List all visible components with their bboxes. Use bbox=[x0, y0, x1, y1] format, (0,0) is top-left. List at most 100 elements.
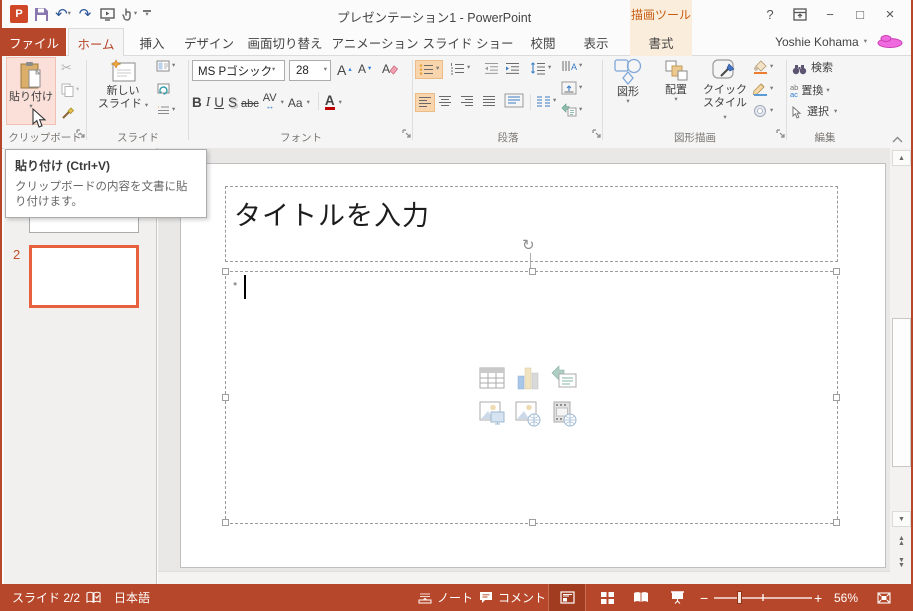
drawing-dialog-launcher-icon[interactable] bbox=[776, 125, 785, 143]
user-account[interactable]: Yoshie Kohama ▾ bbox=[775, 28, 867, 56]
slide-canvas[interactable]: タイトルを入力 ↻ • bbox=[180, 163, 886, 568]
clipboard-dialog-launcher-icon[interactable] bbox=[76, 125, 85, 143]
arrange-button[interactable]: 配置 ▾ bbox=[654, 58, 698, 128]
insert-video-icon[interactable] bbox=[550, 400, 578, 428]
spell-check-icon[interactable] bbox=[86, 584, 101, 611]
maximize-button[interactable]: □ bbox=[847, 4, 873, 24]
insert-smartart-icon[interactable] bbox=[550, 364, 578, 392]
line-spacing-button[interactable]: ▾ bbox=[530, 61, 551, 75]
slide-indicator[interactable]: スライド 2/2 bbox=[12, 584, 80, 611]
normal-view-button[interactable] bbox=[548, 584, 586, 611]
zoom-slider-thumb[interactable] bbox=[737, 591, 742, 604]
increase-indent-button[interactable] bbox=[505, 62, 520, 75]
save-icon[interactable] bbox=[30, 4, 52, 24]
horizontal-scrollbar[interactable] bbox=[158, 571, 890, 584]
shape-outline-button[interactable]: ▾ bbox=[752, 82, 773, 96]
align-left-button[interactable] bbox=[415, 93, 435, 112]
comments-button[interactable]: コメント bbox=[479, 584, 546, 611]
font-size-combo[interactable]: 28 ▾ bbox=[289, 60, 331, 81]
justify-button[interactable] bbox=[482, 95, 496, 108]
slide-2-thumbnail[interactable] bbox=[29, 245, 139, 308]
rotate-handle-icon[interactable]: ↻ bbox=[522, 236, 535, 254]
quick-styles-button[interactable]: クイック スタイル ▾ bbox=[702, 58, 748, 128]
tab-insert[interactable]: 挿入 bbox=[126, 28, 178, 56]
powerpoint-logo-icon[interactable]: P bbox=[8, 4, 30, 24]
minimize-button[interactable]: − bbox=[817, 4, 843, 24]
ribbon-display-options-button[interactable] bbox=[787, 4, 813, 24]
insert-table-icon[interactable] bbox=[478, 364, 506, 392]
numbering-button[interactable]: ▾ bbox=[450, 62, 470, 75]
zoom-level[interactable]: 56% bbox=[834, 584, 858, 611]
resize-handle-bottom-center[interactable] bbox=[529, 519, 536, 526]
tab-file[interactable]: ファイル bbox=[2, 28, 66, 56]
content-placeholder[interactable]: • bbox=[222, 268, 840, 526]
next-slide-button[interactable]: ▼ ▼ bbox=[898, 557, 905, 569]
scroll-down-button[interactable]: ▼ bbox=[892, 511, 911, 527]
convert-to-smartart-button[interactable]: ▾ bbox=[561, 103, 582, 117]
tab-view[interactable]: 表示 bbox=[570, 28, 622, 56]
replace-button[interactable]: ab ac 置換 ▾ bbox=[790, 84, 830, 99]
font-size-caret-icon[interactable]: ▾ bbox=[324, 67, 327, 74]
insert-picture-icon[interactable] bbox=[478, 400, 506, 428]
vertical-scrollbar[interactable]: ▲ ▼ ▲ ▲ ▼ ▼ bbox=[890, 148, 911, 584]
resize-handle-mid-right[interactable] bbox=[833, 394, 840, 401]
distribute-text-button[interactable] bbox=[504, 93, 524, 108]
resize-handle-bottom-right[interactable] bbox=[833, 519, 840, 526]
align-right-button[interactable] bbox=[460, 95, 474, 108]
notes-button[interactable]: ノート bbox=[418, 584, 473, 611]
bullets-button[interactable]: ▾ bbox=[415, 60, 444, 79]
insert-chart-icon[interactable] bbox=[514, 364, 542, 392]
tab-review[interactable]: 校閲 bbox=[516, 28, 570, 56]
redo-icon[interactable]: ↷ bbox=[74, 4, 96, 24]
paragraph-dialog-launcher-icon[interactable] bbox=[592, 125, 601, 143]
font-name-combo[interactable]: MS Pゴシック 本文 ▾ bbox=[192, 60, 285, 81]
columns-button[interactable]: ▾ bbox=[536, 95, 556, 108]
touch-mode-icon[interactable]: ▾ bbox=[118, 4, 140, 24]
paste-button[interactable]: 貼り付け ▾ bbox=[6, 57, 56, 125]
reading-view-button[interactable] bbox=[626, 584, 656, 611]
tab-animations[interactable]: アニメーション bbox=[330, 28, 420, 56]
underline-button[interactable]: U bbox=[214, 95, 224, 110]
font-dialog-launcher-icon[interactable] bbox=[402, 125, 411, 143]
resize-handle-top-right[interactable] bbox=[833, 268, 840, 275]
collapse-ribbon-icon[interactable] bbox=[892, 130, 903, 148]
font-name-caret-icon[interactable]: ▾ bbox=[272, 67, 275, 74]
zoom-out-button[interactable]: − bbox=[700, 584, 708, 611]
shape-fill-button[interactable]: ▾ bbox=[752, 60, 773, 74]
tab-format[interactable]: 書式 bbox=[630, 28, 692, 56]
shrink-font-button[interactable]: A ▾ bbox=[358, 62, 371, 76]
insert-online-picture-icon[interactable] bbox=[514, 400, 542, 428]
grow-font-button[interactable]: A ▴ bbox=[337, 62, 352, 78]
copy-button[interactable]: ▾ bbox=[61, 83, 79, 97]
text-shadow-button[interactable]: S bbox=[228, 95, 237, 110]
resize-handle-top-left[interactable] bbox=[222, 268, 229, 275]
change-case-button[interactable]: Aa bbox=[288, 96, 303, 110]
font-color-button[interactable]: A bbox=[324, 94, 335, 110]
layout-button[interactable]: ▾ bbox=[156, 60, 175, 72]
language-indicator[interactable]: 日本語 bbox=[114, 584, 150, 611]
fit-slide-to-window-button[interactable] bbox=[876, 584, 892, 611]
previous-slide-button[interactable]: ▲ ▲ bbox=[898, 535, 905, 547]
tab-home[interactable]: ホーム bbox=[68, 28, 124, 57]
start-slideshow-icon[interactable] bbox=[96, 4, 118, 24]
shapes-button[interactable]: 図形 ▾ bbox=[606, 58, 650, 128]
qat-customize-icon[interactable]: ▾ bbox=[140, 4, 154, 24]
resize-handle-mid-left[interactable] bbox=[222, 394, 229, 401]
bold-button[interactable]: B bbox=[192, 95, 202, 110]
reset-slide-button[interactable] bbox=[156, 82, 170, 95]
section-button[interactable]: ▾ bbox=[156, 104, 175, 116]
align-center-button[interactable] bbox=[438, 95, 452, 108]
help-button[interactable]: ? bbox=[757, 4, 783, 24]
resize-handle-top-center[interactable] bbox=[529, 268, 536, 275]
strikethrough-button[interactable]: abc bbox=[241, 98, 259, 110]
scrollbar-thumb[interactable] bbox=[892, 318, 911, 467]
text-direction-button[interactable]: A ▾ bbox=[561, 59, 582, 73]
select-button[interactable]: 選択 ▾ bbox=[792, 106, 837, 119]
shape-effects-button[interactable]: ▾ bbox=[752, 104, 773, 118]
scroll-up-button[interactable]: ▲ bbox=[892, 150, 911, 166]
slideshow-view-button[interactable] bbox=[662, 584, 692, 611]
new-slide-button[interactable]: 新しい スライド ▾ bbox=[94, 57, 152, 129]
format-painter-button[interactable] bbox=[61, 106, 75, 120]
cut-button[interactable]: ✂ bbox=[61, 60, 72, 76]
character-spacing-button[interactable]: AV ↔ bbox=[263, 93, 277, 111]
